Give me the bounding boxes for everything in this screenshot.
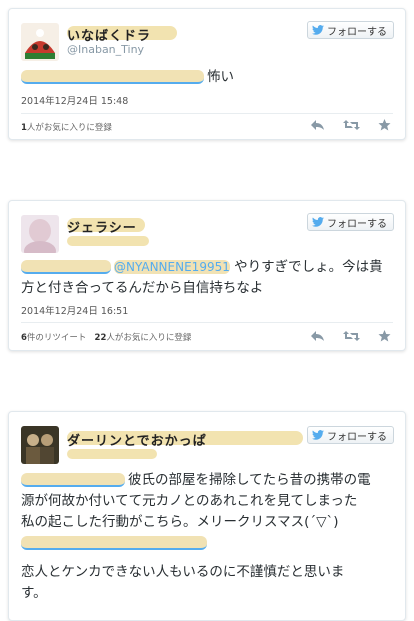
avatar[interactable] <box>21 215 59 253</box>
reply-icon[interactable] <box>310 119 325 131</box>
follow-button[interactable]: フォローする <box>307 21 394 39</box>
favorites-label: 人がお気に入りに登録 <box>26 123 112 133</box>
tweet-actions <box>310 119 391 131</box>
tweet-card-2: ジェラシー フォローする @NYANNENE19951 やりすぎでしょ。今は貴方… <box>8 200 406 351</box>
display-name[interactable]: ダーリンとでおかっぱ <box>67 428 303 449</box>
follow-label: フォローする <box>327 218 387 230</box>
mention-link-redacted[interactable] <box>21 260 111 274</box>
tweet-actions <box>310 330 391 342</box>
retweet-icon[interactable] <box>343 119 360 131</box>
twitter-bird-icon <box>312 217 324 227</box>
divider <box>21 113 393 114</box>
avatar[interactable] <box>21 23 59 61</box>
twitter-bird-icon <box>312 430 324 440</box>
retweets-label: 件のリツイート <box>26 333 87 343</box>
tweet-text: 怖い <box>21 67 393 88</box>
tweet-card-1: いなばくドラ @Inaban_Tiny フォローする 怖い 2014年12月24… <box>8 8 406 140</box>
display-name[interactable]: いなばくドラ <box>67 23 177 44</box>
follow-label: フォローする <box>327 26 387 38</box>
tweet-card-3: ダーリンとでおかっぱ フォローする 彼氏の部屋を掃除してたら昔の携帯の電 源が何… <box>8 411 406 621</box>
tweet-body: 怖い <box>207 69 234 85</box>
follow-button[interactable]: フォローする <box>307 426 394 444</box>
follow-label: フォローする <box>327 431 387 443</box>
user-handle[interactable]: @Inaban_Tiny <box>67 43 144 56</box>
reply-icon[interactable] <box>310 330 325 342</box>
tweet-timestamp[interactable]: 2014年12月24日 15:48 <box>21 93 128 107</box>
mention-link[interactable]: @NYANNENE19951 <box>114 260 230 274</box>
mention-link-redacted[interactable] <box>21 70 204 84</box>
star-icon[interactable] <box>378 330 391 342</box>
tweet-stats: 1人がお気に入りに登録 <box>21 121 112 133</box>
user-handle-redacted[interactable] <box>67 448 157 466</box>
follow-button[interactable]: フォローする <box>307 213 394 231</box>
tweet-text: @NYANNENE19951 やりすぎでしょ。今は貴方と付き合ってるんだから自信… <box>21 257 393 299</box>
mention-link-redacted[interactable] <box>21 473 125 487</box>
divider <box>21 322 393 323</box>
favorites-label: 人がお気に入りに登録 <box>106 333 192 343</box>
url-link-redacted[interactable] <box>21 536 207 550</box>
star-icon[interactable] <box>378 119 391 131</box>
tweet-stats: 6件のリツイート 22人がお気に入りに登録 <box>21 331 191 343</box>
twitter-bird-icon <box>312 25 324 35</box>
favorites-count: 22 <box>94 333 107 343</box>
retweet-icon[interactable] <box>343 330 360 342</box>
avatar[interactable] <box>21 426 59 464</box>
display-name[interactable]: ジェラシー <box>67 215 145 236</box>
tweet-text: 彼氏の部屋を掃除してたら昔の携帯の電 源が何故か付いてて元カノとのあれこれを見て… <box>21 472 371 601</box>
tweet-timestamp[interactable]: 2014年12月24日 16:51 <box>21 303 128 317</box>
user-handle-redacted[interactable] <box>67 235 149 253</box>
